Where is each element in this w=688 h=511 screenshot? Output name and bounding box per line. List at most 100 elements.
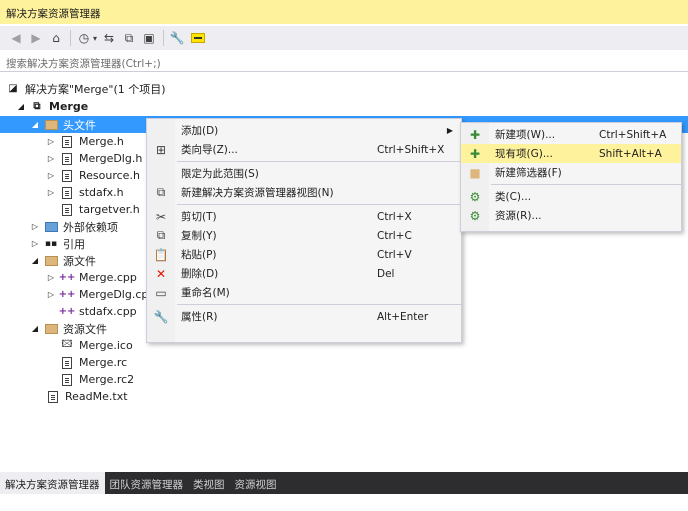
expanded-arrow-icon[interactable]: ◢ (30, 256, 40, 265)
menu-separator (177, 204, 461, 205)
tree-solution[interactable]: ◪ 解决方案"Merge"(1 个项目) (6, 80, 165, 97)
tab-resource-view[interactable]: 资源视图 (230, 472, 282, 494)
tree-file[interactable]: Merge.rc2 (60, 371, 134, 388)
tree-file[interactable]: ▷ Resource.h (46, 167, 140, 184)
tree-file[interactable]: ▷ ++ MergeDlg.cpp (46, 286, 155, 303)
wrench-icon: 🔧 (153, 309, 169, 324)
tree-file[interactable]: ▷ MergeDlg.h (46, 150, 142, 167)
resource-file-icon (60, 356, 74, 370)
references-icon: ▪▪ (44, 238, 58, 249)
menu-item-copy[interactable]: ⧉ 复制(Y) Ctrl+C (147, 226, 461, 245)
dependencies-icon (44, 220, 58, 234)
tree-file[interactable]: ReadMe.txt (46, 388, 128, 405)
new-filter-icon: ■ (469, 165, 481, 180)
class-icon: ⚙ (469, 189, 481, 204)
menu-item-add[interactable]: 添加(D) ▶ (147, 121, 461, 140)
tree-folder-sources[interactable]: ◢ 源文件 (30, 252, 96, 269)
paste-icon: 📋 (153, 247, 169, 262)
submenu-item-resource[interactable]: ⚙ 资源(R)... (461, 206, 681, 225)
search-input[interactable]: 搜索解决方案资源管理器(Ctrl+;) (0, 52, 688, 72)
tree-file[interactable]: ▷ Merge.h (46, 133, 124, 150)
bottom-tab-bar: 解决方案资源管理器 团队资源管理器 类视图 资源视图 (0, 472, 688, 494)
solution-icon: ◪ (8, 83, 18, 94)
text-file-icon (46, 390, 60, 404)
collapsed-arrow-icon[interactable]: ▷ (46, 290, 56, 299)
tab-solution-explorer[interactable]: 解决方案资源管理器 (0, 472, 105, 494)
sync-icon[interactable]: ⇆ (101, 30, 117, 46)
context-menu: 添加(D) ▶ ⊞ 类向导(Z)... Ctrl+Shift+X 限定为此范围(… (146, 118, 462, 343)
header-file-icon (60, 135, 74, 149)
folder-icon (44, 118, 58, 132)
copy-icon: ⧉ (156, 228, 166, 242)
pin-icon[interactable] (191, 33, 206, 43)
menu-item-delete[interactable]: ✕ 删除(D) Del (147, 264, 461, 283)
submenu-item-new-filter[interactable]: ■ 新建筛选器(F) (461, 163, 681, 182)
collapsed-arrow-icon[interactable]: ▷ (46, 154, 56, 163)
collapsed-arrow-icon[interactable]: ▷ (30, 222, 40, 231)
properties-wrench-icon[interactable]: 🔧 (169, 30, 185, 46)
history-icon[interactable]: ◷ (76, 30, 92, 46)
submenu-arrow-icon: ▶ (446, 126, 453, 135)
new-item-icon: ✚ (469, 127, 481, 142)
forward-icon[interactable]: ▶ (28, 30, 44, 46)
add-submenu: ✚ 新建项(W)... Ctrl+Shift+A ✚ 现有项(G)... Shi… (460, 122, 682, 232)
collapsed-arrow-icon[interactable]: ▷ (46, 188, 56, 197)
collapsed-arrow-icon[interactable]: ▷ (30, 239, 40, 248)
menu-item-rename[interactable]: ▭ 重命名(M) (147, 283, 461, 302)
header-file-icon (60, 186, 74, 200)
cpp-file-icon: ++ (58, 306, 76, 317)
tree-file[interactable]: 🖾 Merge.ico (60, 337, 133, 354)
submenu-item-existing-item[interactable]: ✚ 现有项(G)... Shift+Alt+A (461, 144, 681, 163)
menu-separator (177, 304, 461, 305)
menu-item-paste[interactable]: 📋 粘贴(P) Ctrl+V (147, 245, 461, 264)
expanded-arrow-icon[interactable]: ◢ (16, 102, 26, 111)
tree-file[interactable]: Merge.rc (60, 354, 127, 371)
toolbar: ◀ ▶ ⌂ ◷ ▾ ⇆ ⧉ ▣ 🔧 (0, 26, 688, 50)
menu-item-properties[interactable]: 🔧 属性(R) Alt+Enter (147, 307, 461, 326)
home-icon[interactable]: ⌂ (48, 30, 64, 46)
header-file-icon (60, 152, 74, 166)
project-icon: ⧉ (33, 101, 41, 112)
cpp-file-icon: ++ (58, 272, 76, 283)
toolbar-separator (163, 30, 165, 46)
resource-file-icon (60, 373, 74, 387)
collapsed-arrow-icon[interactable]: ▷ (46, 273, 56, 282)
submenu-item-class[interactable]: ⚙ 类(C)... (461, 187, 681, 206)
window-title: 解决方案资源管理器 (0, 0, 688, 24)
menu-separator (491, 184, 681, 185)
rename-icon: ▭ (155, 285, 167, 300)
collapse-icon[interactable]: ⧉ (121, 30, 137, 46)
collapsed-arrow-icon[interactable]: ▷ (46, 171, 56, 180)
menu-item-cut[interactable]: ✂ 剪切(T) Ctrl+X (147, 207, 461, 226)
tree-file[interactable]: ++ stdafx.cpp (58, 303, 137, 320)
expanded-arrow-icon[interactable]: ◢ (30, 120, 40, 129)
tree-file[interactable]: ▷ ++ Merge.cpp (46, 269, 137, 286)
chevron-down-icon[interactable]: ▾ (93, 34, 97, 43)
tree-project[interactable]: ◢ ⧉ Merge (16, 98, 88, 115)
menu-item-new-view[interactable]: ⧉ 新建解决方案资源管理器视图(N) (147, 183, 461, 202)
menu-item-class-wizard[interactable]: ⊞ 类向导(Z)... Ctrl+Shift+X (147, 140, 461, 159)
existing-item-icon: ✚ (469, 146, 481, 161)
expanded-arrow-icon[interactable]: ◢ (30, 324, 40, 333)
tree-references[interactable]: ▷ ▪▪ 引用 (30, 235, 85, 252)
header-file-icon (60, 169, 74, 183)
scissors-icon: ✂ (155, 209, 167, 224)
cpp-file-icon: ++ (58, 289, 76, 300)
tree-file[interactable]: ▷ stdafx.h (46, 184, 124, 201)
folder-icon (44, 254, 58, 268)
tree-external-deps[interactable]: ▷ 外部依赖项 (30, 218, 118, 235)
delete-x-icon: ✕ (155, 266, 167, 281)
menu-item-scope[interactable]: 限定为此范围(S) (147, 164, 461, 183)
tree-folder-headers[interactable]: ◢ 头文件 (30, 116, 96, 133)
tab-class-view[interactable]: 类视图 (188, 472, 230, 494)
menu-separator (177, 161, 461, 162)
submenu-item-new-item[interactable]: ✚ 新建项(W)... Ctrl+Shift+A (461, 125, 681, 144)
toolbar-separator (70, 30, 71, 46)
resource-icon: ⚙ (469, 208, 481, 223)
tree-folder-resources[interactable]: ◢ 资源文件 (30, 320, 107, 337)
show-all-files-icon[interactable]: ▣ (141, 30, 157, 46)
tab-team-explorer[interactable]: 团队资源管理器 (105, 472, 189, 494)
collapsed-arrow-icon[interactable]: ▷ (46, 137, 56, 146)
back-icon[interactable]: ◀ (8, 30, 24, 46)
tree-file[interactable]: targetver.h (60, 201, 140, 218)
